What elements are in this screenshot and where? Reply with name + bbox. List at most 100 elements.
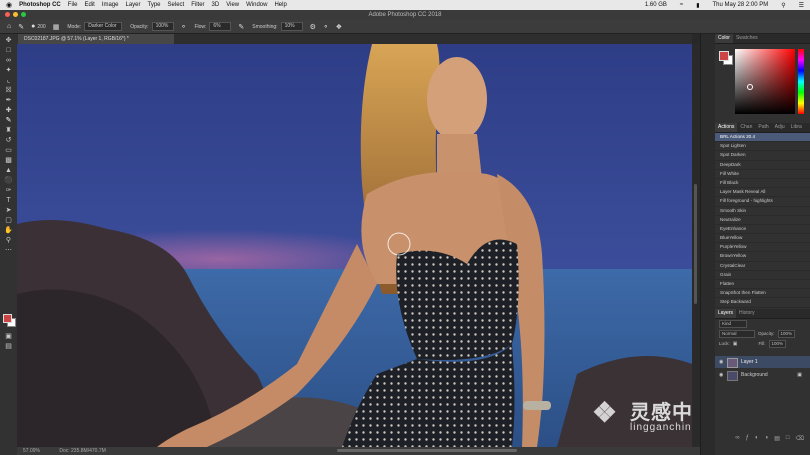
menu-list-icon[interactable]: ☰: [799, 2, 804, 9]
brush-tool-icon[interactable]: ✎: [4, 117, 13, 124]
layer-kind-select[interactable]: Kind: [719, 320, 747, 328]
mode-select[interactable]: Darker Color: [84, 22, 123, 31]
gradient-tool-icon[interactable]: ▩: [4, 157, 13, 164]
tab-libraries[interactable]: Libra: [788, 123, 805, 132]
home-icon[interactable]: ⌂: [7, 23, 11, 30]
trash-icon[interactable]: ⌫: [796, 435, 804, 443]
new-group-icon[interactable]: ▤: [774, 435, 780, 443]
action-item[interactable]: BrownYellow: [715, 252, 810, 262]
hand-tool-icon[interactable]: ✋: [4, 227, 13, 234]
action-item[interactable]: CrystalClear: [715, 262, 810, 271]
action-item[interactable]: Neutralize: [715, 216, 810, 225]
dodge-tool-icon[interactable]: ⚫: [4, 177, 13, 184]
clock[interactable]: Thu May 28 2:00 PM: [713, 2, 769, 8]
color-picker-ring-icon[interactable]: [747, 84, 753, 90]
vertical-scrollbar[interactable]: [692, 44, 700, 447]
tab-paths[interactable]: Path: [755, 123, 771, 132]
action-item[interactable]: Fill Black: [715, 179, 810, 189]
action-item[interactable]: Fill foreground - highlights: [715, 197, 810, 207]
apple-menu-icon[interactable]: ◉: [6, 1, 12, 9]
move-tool-icon[interactable]: ✥: [4, 37, 13, 44]
lasso-tool-icon[interactable]: ∞: [4, 57, 13, 64]
frame-tool-icon[interactable]: ☒: [4, 87, 13, 94]
minimize-window-button[interactable]: [13, 12, 18, 17]
opacity-field[interactable]: 100%: [151, 22, 174, 31]
new-layer-icon[interactable]: □: [786, 435, 790, 443]
more-tools-icon[interactable]: ⋯: [4, 247, 13, 254]
pen-tool-icon[interactable]: ✑: [4, 187, 13, 194]
link-layers-icon[interactable]: ∞: [735, 435, 739, 443]
color-field[interactable]: [735, 49, 795, 114]
search-icon[interactable]: ⚲: [781, 2, 785, 9]
menu-window[interactable]: Window: [246, 2, 267, 8]
panel-foreground-swatch[interactable]: [719, 51, 729, 61]
airbrush-icon[interactable]: ✎: [238, 23, 244, 31]
visibility-eye-icon[interactable]: ◉: [719, 356, 723, 368]
action-item[interactable]: PurpleYellow: [715, 243, 810, 253]
menu-edit[interactable]: Edit: [84, 2, 94, 8]
action-item[interactable]: Smooth Skin: [715, 207, 810, 216]
tab-channels[interactable]: Chan: [737, 123, 755, 132]
vertical-scroll-thumb[interactable]: [694, 184, 697, 304]
action-item[interactable]: Flatten: [715, 280, 810, 290]
action-item[interactable]: Fill White: [715, 170, 810, 179]
action-item[interactable]: EyeEnhance: [715, 225, 810, 235]
document-canvas[interactable]: ❖ 灵感中国 lingganchina.com: [17, 44, 692, 447]
action-item[interactable]: Layer Mask Reveal All: [715, 188, 810, 198]
menu-view[interactable]: View: [226, 2, 239, 8]
layer-row[interactable]: ◉ Background ▣: [715, 369, 810, 381]
visibility-eye-icon[interactable]: ◉: [719, 369, 723, 381]
close-window-button[interactable]: [5, 12, 10, 17]
screen-mode-icon[interactable]: ▤: [4, 343, 13, 350]
zoom-level[interactable]: 57.09%: [23, 448, 40, 454]
brush-panel-icon[interactable]: ▦: [53, 23, 60, 31]
zoom-tool-icon[interactable]: ⚲: [4, 237, 13, 244]
marquee-tool-icon[interactable]: □: [4, 47, 13, 54]
gear-icon[interactable]: ⚙: [310, 23, 316, 31]
brush-size[interactable]: 200: [37, 24, 45, 30]
menu-3d[interactable]: 3D: [212, 2, 220, 8]
doc-size[interactable]: Doc: 235.8M/470.7M: [59, 448, 105, 454]
menu-filter[interactable]: Filter: [191, 2, 204, 8]
wifi-icon[interactable]: ≈: [680, 2, 683, 8]
eraser-tool-icon[interactable]: ▭: [4, 147, 13, 154]
foreground-color-swatch[interactable]: [3, 314, 12, 323]
add-mask-icon[interactable]: ◐: [755, 435, 759, 443]
rectangle-tool-icon[interactable]: ▢: [4, 217, 13, 224]
history-brush-tool-icon[interactable]: ↺: [4, 137, 13, 144]
action-item[interactable]: Step Backward: [715, 298, 810, 308]
menu-select[interactable]: Select: [168, 2, 185, 8]
menu-app-name[interactable]: Photoshop CC: [19, 2, 61, 8]
quick-mask-icon[interactable]: ▣: [4, 333, 13, 340]
fx-icon[interactable]: ƒ: [746, 435, 749, 443]
hue-slider[interactable]: [798, 49, 804, 114]
pressure-opacity-icon[interactable]: ⚬: [181, 23, 187, 31]
layer-row[interactable]: ◉ Layer 1: [715, 356, 810, 368]
menu-file[interactable]: File: [68, 2, 78, 8]
adjustment-layer-icon[interactable]: ◑: [765, 435, 769, 443]
type-tool-icon[interactable]: T: [4, 197, 13, 204]
zoom-window-button[interactable]: [21, 12, 26, 17]
tab-color[interactable]: Color: [715, 34, 733, 43]
menu-type[interactable]: Type: [148, 2, 161, 8]
action-item[interactable]: Spot Darken: [715, 151, 810, 161]
magic-wand-tool-icon[interactable]: ✦: [4, 67, 13, 74]
blend-mode-select[interactable]: Normal: [719, 330, 755, 338]
menu-image[interactable]: Image: [102, 2, 119, 8]
tab-swatches[interactable]: Swatches: [733, 34, 761, 43]
tab-history[interactable]: History: [736, 309, 758, 318]
symmetry-icon[interactable]: ❖: [336, 23, 342, 31]
action-item[interactable]: SnapShot then Flatten: [715, 289, 810, 299]
tab-actions[interactable]: Actions: [715, 123, 738, 132]
flow-field[interactable]: 6%: [209, 22, 232, 31]
brush-tool-preset-icon[interactable]: ✎: [18, 23, 24, 31]
menu-layer[interactable]: Layer: [125, 2, 140, 8]
healing-brush-tool-icon[interactable]: ✚: [4, 107, 13, 114]
layer-fill-field[interactable]: 100%: [768, 340, 787, 348]
crop-tool-icon[interactable]: ⌞: [4, 77, 13, 84]
action-item[interactable]: BlueYellow: [715, 234, 810, 244]
layer-opacity-field[interactable]: 100%: [777, 330, 796, 338]
smoothing-field[interactable]: 10%: [280, 22, 303, 31]
document-tab[interactable]: DSC02187.JPG @ 57.1% (Layer 1, RGB/16*) …: [18, 34, 174, 44]
menu-help[interactable]: Help: [274, 2, 286, 8]
